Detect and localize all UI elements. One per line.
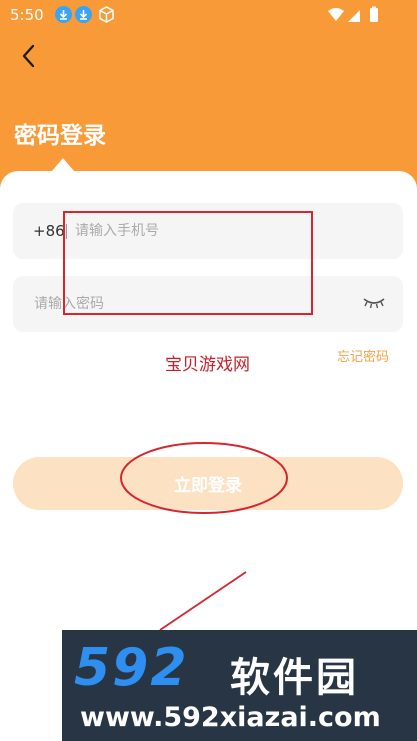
- banner-url: www.592xiazai.com: [80, 702, 381, 733]
- country-code[interactable]: +86: [33, 222, 65, 240]
- watermark-text: 宝贝游戏网: [165, 355, 250, 375]
- password-field: [13, 276, 403, 332]
- download-notification-icon: [75, 6, 92, 23]
- watermark-banner: 592 软件园 www.592xiazai.com: [62, 630, 417, 741]
- password-input[interactable]: [34, 276, 354, 332]
- eye-closed-icon[interactable]: [363, 296, 385, 310]
- phone-input[interactable]: [75, 203, 385, 259]
- system-status-icons: [328, 6, 378, 22]
- forgot-password-link[interactable]: 忘记密码: [337, 346, 389, 365]
- chevron-left-icon: [22, 44, 35, 68]
- divider: [66, 224, 67, 239]
- banner-brand: 软件园: [230, 655, 359, 701]
- phone-field: +86: [13, 203, 403, 259]
- signal-icon: [348, 10, 360, 22]
- back-button[interactable]: [16, 42, 44, 70]
- banner-logo: 592: [74, 638, 189, 698]
- tab-indicator: [52, 158, 74, 171]
- battery-icon: [370, 8, 378, 22]
- wifi-icon: [328, 8, 344, 21]
- status-bar: 5:50: [0, 0, 417, 30]
- package-icon: [99, 6, 114, 23]
- page-title: 密码登录: [14, 123, 106, 149]
- status-time: 5:50: [10, 6, 44, 24]
- login-button[interactable]: 立即登录: [13, 457, 403, 510]
- download-notification-icon: [55, 6, 72, 23]
